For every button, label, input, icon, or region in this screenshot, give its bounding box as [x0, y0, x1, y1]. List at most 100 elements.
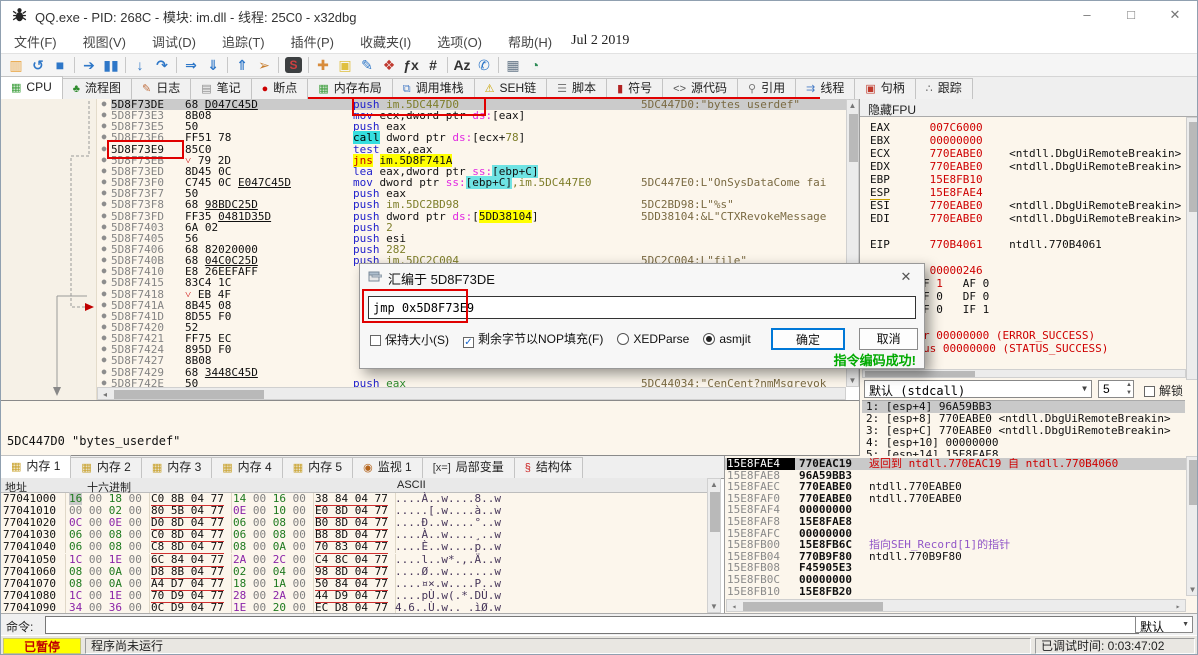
open-file-icon[interactable]: ▥: [5, 55, 27, 75]
breakpoint-dot-icon[interactable]: ●: [97, 344, 111, 355]
breakpoint-dot-icon[interactable]: ●: [97, 355, 111, 366]
hide-fpu-button[interactable]: 隐藏FPU: [860, 99, 1197, 117]
menu-item[interactable]: 收藏夹(I): [347, 29, 424, 54]
register-line[interactable]: EDI 770EABE0 <ntdll.DbgUiRemoteBreakin>: [870, 212, 1185, 225]
tab-脚本[interactable]: ☰ 脚本: [546, 78, 608, 99]
execute-till-return-icon[interactable]: ⇑: [231, 55, 253, 75]
tab-源代码[interactable]: <> 源代码: [662, 78, 739, 99]
dump-vscrollbar[interactable]: ▲ ▼: [707, 478, 721, 613]
breakpoint-dot-icon[interactable]: ●: [97, 132, 111, 143]
patches-icon[interactable]: ❖: [378, 55, 400, 75]
breakpoint-dot-icon[interactable]: ●: [97, 289, 111, 300]
breakpoint-dot-icon[interactable]: ●: [97, 144, 111, 155]
tab-SEH链[interactable]: ⚠ SEH链: [473, 78, 548, 99]
register-line[interactable]: EBP 15E8FB10: [870, 173, 1185, 186]
assemble-instruction-input[interactable]: [368, 296, 916, 319]
menu-item[interactable]: 帮助(H): [495, 29, 565, 54]
register-line[interactable]: ESP 15E8FAE4: [870, 186, 1185, 200]
breakpoint-dot-icon[interactable]: ●: [97, 222, 111, 233]
menu-item[interactable]: 选项(O): [424, 29, 495, 54]
fill-nop-checkbox[interactable]: ✓ 剩余字节以NOP填充(F): [463, 330, 603, 348]
menu-item[interactable]: 视图(V): [70, 29, 139, 54]
tab-调用堆栈[interactable]: ⧉ 调用堆栈: [391, 78, 475, 99]
register-line[interactable]: EAX 007C6000: [870, 121, 1185, 134]
breakpoint-dot-icon[interactable]: ●: [97, 188, 111, 199]
cancel-button[interactable]: 取消: [859, 328, 918, 350]
asmjit-radio[interactable]: asmjit: [703, 332, 751, 346]
dump-tab-内存 2[interactable]: ▦ 内存 2: [70, 457, 142, 478]
functions-icon[interactable]: ƒx: [400, 55, 422, 75]
breakpoint-dot-icon[interactable]: ●: [97, 177, 111, 188]
tab-断点[interactable]: ● 断点: [250, 78, 309, 99]
breakpoint-dot-icon[interactable]: ●: [97, 255, 111, 266]
stack-row[interactable]: 15E8FB10 15E8FB20: [725, 586, 1197, 598]
tab-句柄[interactable]: ▣ 句柄: [854, 78, 916, 99]
run-icon[interactable]: ➔: [78, 55, 100, 75]
register-line[interactable]: ECX 770EABE0 <ntdll.DbgUiRemoteBreakin>: [870, 147, 1185, 160]
labels-icon[interactable]: ✎: [356, 55, 378, 75]
stack-pane[interactable]: 15E8FAE4 770EAC19 返回到 ntdll.770EAC19 自 ntd…: [724, 456, 1197, 613]
patch-icon[interactable]: ✚: [312, 55, 334, 75]
menu-item[interactable]: 调试(D): [139, 29, 209, 54]
tab-线程[interactable]: ⇉ 线程: [795, 78, 856, 99]
breakpoint-dot-icon[interactable]: ●: [97, 121, 111, 132]
step-over-icon[interactable]: ↷: [151, 55, 173, 75]
tab-笔记[interactable]: ▤ 笔记: [190, 78, 252, 99]
breakpoint-dot-icon[interactable]: ●: [97, 244, 111, 255]
hash-icon[interactable]: #: [422, 55, 444, 75]
tab-引用[interactable]: ⚲ 引用: [737, 78, 797, 99]
dump-tab-内存 4[interactable]: ▦ 内存 4: [211, 457, 283, 478]
stack-row[interactable]: 15E8FAE4 770EAC19 返回到 ntdll.770EAC19 自 ntd…: [725, 458, 1197, 470]
breakpoint-dot-icon[interactable]: ●: [97, 333, 111, 344]
seh-badge-icon[interactable]: S: [285, 57, 302, 73]
ok-button[interactable]: 确定: [770, 328, 846, 350]
calculator-icon[interactable]: ▦: [502, 55, 524, 75]
dialog-close-icon[interactable]: ✕: [890, 264, 922, 290]
xedparse-radio[interactable]: XEDParse: [617, 332, 689, 346]
dump-tab-局部变量[interactable]: [x=] 局部变量: [421, 457, 515, 478]
modules-icon[interactable]: ✆: [473, 55, 495, 75]
disasm-row[interactable]: ● 5D8F73F0 C745 0C E047C45D mov dword ptr s…: [97, 176, 846, 189]
dump-tab-结构体[interactable]: § 结构体: [513, 457, 583, 478]
breakpoint-dot-icon[interactable]: ●: [97, 166, 111, 177]
comments-icon[interactable]: ▣: [334, 55, 356, 75]
tab-日志[interactable]: ✎ 日志: [130, 78, 192, 99]
stack-row[interactable]: 15E8FB0C 00000000: [725, 574, 1197, 586]
step-out-icon[interactable]: ⇓: [202, 55, 224, 75]
stack-row[interactable]: 15E8FB08 F45905E3: [725, 562, 1197, 574]
dump-row[interactable]: 77041040 06 00 08 00 C8 8D 04 77 08 00 0A 0…: [1, 540, 707, 554]
tab-CPU[interactable]: ▦ CPU: [1, 76, 63, 99]
maximize-button[interactable]: □: [1109, 1, 1153, 29]
stack-hscrollbar[interactable]: ◂ ▸: [726, 599, 1186, 612]
command-mode-select[interactable]: 默认 ▼: [1135, 616, 1193, 634]
stack-vscrollbar[interactable]: ▼: [1186, 456, 1197, 596]
command-input[interactable]: [45, 616, 1139, 634]
tab-符号[interactable]: ▮ 符号: [606, 78, 664, 99]
registers-hscrollbar[interactable]: [862, 369, 1186, 378]
menu-item[interactable]: 追踪(T): [209, 29, 278, 54]
globe-icon[interactable]: ◔: [524, 55, 546, 75]
dump-tab-内存 3[interactable]: ▦ 内存 3: [140, 457, 213, 478]
stack-row[interactable]: 15E8FAEC 770EABE0 ntdll.770EABE0: [725, 481, 1197, 493]
restart-icon[interactable]: ↺: [27, 55, 49, 75]
menu-item[interactable]: 文件(F): [1, 29, 70, 54]
breakpoint-dot-icon[interactable]: ●: [97, 277, 111, 288]
stack-row[interactable]: 15E8FAF8 15E8FAE8: [725, 516, 1197, 528]
disasm-row[interactable]: ● 5D8F7403 6A 02 push 2: [97, 222, 846, 233]
breakpoint-dot-icon[interactable]: ●: [97, 99, 111, 110]
keep-size-checkbox[interactable]: 保持大小(S): [370, 331, 449, 348]
breakpoint-dot-icon[interactable]: ●: [97, 266, 111, 277]
tab-内存布局[interactable]: ▦ 内存布局: [307, 78, 393, 99]
register-line[interactable]: EBX 00000000: [870, 134, 1185, 147]
run-to-user-code-icon[interactable]: ➢: [253, 55, 275, 75]
calling-convention-select[interactable]: 默认 (stdcall) ▼: [864, 380, 1092, 398]
hex-dump-pane[interactable]: 地址 十六进制 ASCII 77041000 16 00 18 00 C0 8B 0…: [1, 478, 707, 615]
unlock-checkbox[interactable]: 解锁: [1144, 382, 1183, 399]
tab-跟踪[interactable]: ∴ 跟踪: [914, 78, 973, 99]
disasm-row[interactable]: ● 5D8F73E3 8B08 mov ecx,dword ptr ds:[eax]: [97, 110, 846, 121]
pause-icon[interactable]: ▮▮: [100, 55, 122, 75]
breakpoint-dot-icon[interactable]: ●: [97, 367, 111, 378]
register-line[interactable]: EIP 770B4061 ntdll.770B4061: [870, 238, 1185, 251]
disasm-row[interactable]: ● 5D8F742E 50 push eax 5DC44034:"CenCent?nmM…: [97, 378, 846, 387]
breakpoint-dot-icon[interactable]: ●: [97, 322, 111, 333]
